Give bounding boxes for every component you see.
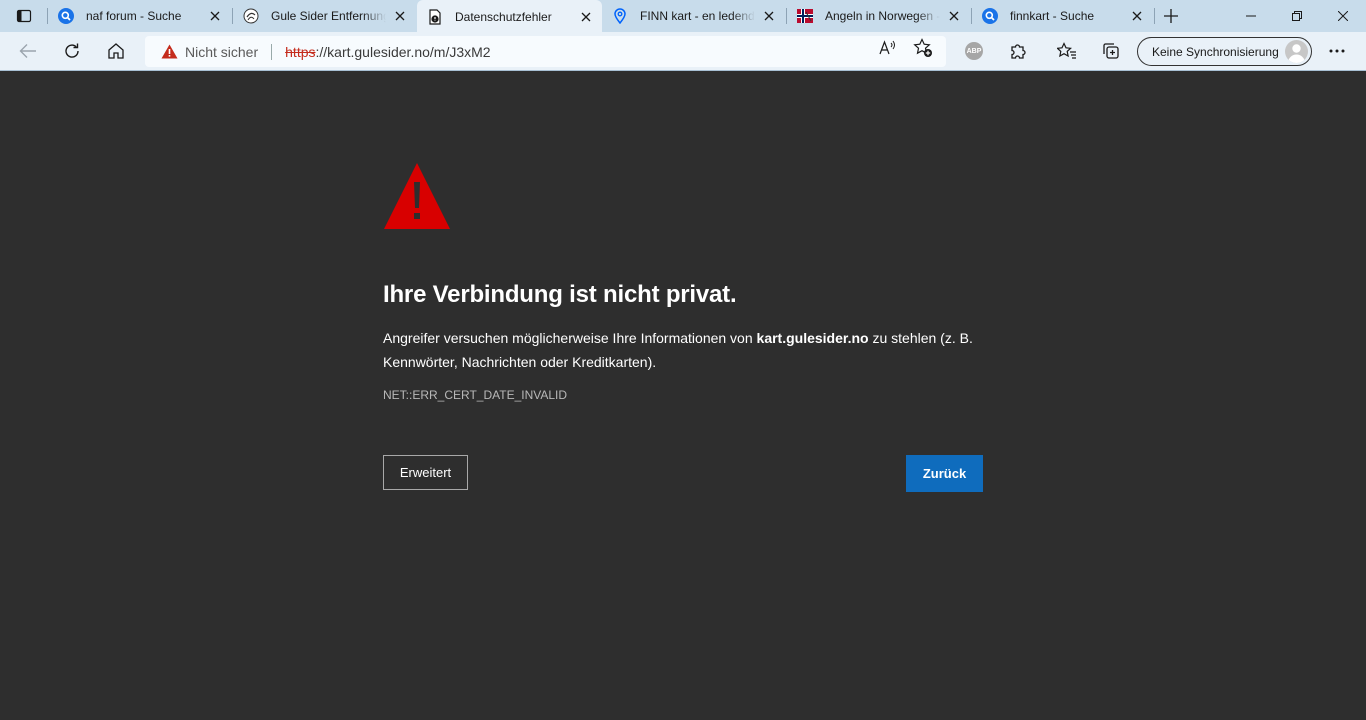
tab-separator — [1154, 8, 1155, 24]
advanced-button[interactable]: Erweitert — [383, 455, 468, 490]
address-bar[interactable]: Nicht sicher https://kart.gulesider.no/m… — [145, 36, 946, 67]
home-button[interactable] — [101, 36, 131, 66]
minimize-button[interactable] — [1228, 0, 1274, 32]
tab-strip: naf forum - Suche Gule Sider Entfernung … — [0, 0, 1366, 33]
gulesider-favicon-icon — [243, 8, 259, 24]
close-tab-icon[interactable] — [392, 8, 408, 24]
tab-actions-icon — [16, 9, 32, 23]
puzzle-icon — [1011, 44, 1026, 59]
map-pin-favicon-icon — [612, 8, 628, 24]
tab-finn-kart[interactable]: FINN kart - en ledende — [602, 0, 785, 32]
close-tab-icon[interactable] — [946, 8, 962, 24]
sync-label: Keine Synchronisierung — [1152, 44, 1279, 59]
tab-angeln-norwegen[interactable]: Angeln in Norwegen - — [787, 0, 970, 32]
tab-actions-button[interactable] — [0, 0, 48, 32]
url-text: ://kart.gulesider.no/m/J3xM2 — [315, 43, 491, 60]
read-aloud-icon — [879, 40, 895, 55]
favorites-icon — [1057, 42, 1076, 59]
search-favicon-icon — [982, 8, 998, 24]
security-label: Nicht sicher — [185, 43, 259, 60]
tab-title: Angeln in Norwegen - — [825, 9, 940, 23]
restore-icon — [1292, 11, 1302, 21]
search-favicon-icon — [58, 8, 74, 24]
star-add-icon — [913, 38, 932, 57]
norway-flag-favicon-icon — [797, 8, 813, 24]
reload-icon — [65, 43, 79, 58]
url-scheme: https — [285, 43, 316, 60]
error-warning-icon — [384, 163, 450, 229]
error-host: kart.gulesider.no — [756, 330, 869, 346]
more-dots-icon — [1329, 49, 1345, 53]
address-separator — [271, 43, 273, 60]
tab-finnkart-suche[interactable]: finnkart - Suche — [972, 0, 1153, 32]
profile-sync-button[interactable]: Keine Synchronisierung — [1137, 37, 1312, 66]
close-tab-icon[interactable] — [1129, 8, 1145, 24]
close-window-icon — [1338, 11, 1348, 21]
error-description-start: Angreifer versuchen möglicherweise Ihre … — [383, 330, 757, 346]
warning-triangle-icon — [161, 44, 178, 59]
collections-button[interactable] — [1096, 36, 1126, 66]
back-button[interactable] — [13, 36, 43, 66]
restore-button[interactable] — [1274, 0, 1320, 32]
home-icon — [108, 43, 124, 59]
adblock-icon: ABP — [965, 42, 983, 60]
error-document-favicon-icon — [427, 8, 443, 25]
tab-title: naf forum - Suche — [86, 9, 182, 23]
error-code: NET::ERR_CERT_DATE_INVALID — [383, 388, 568, 402]
tab-gule-sider[interactable]: Gule Sider Entfernung — [233, 0, 416, 32]
new-tab-button[interactable] — [1159, 4, 1183, 28]
close-tab-icon[interactable] — [761, 8, 777, 24]
read-aloud-button[interactable] — [876, 36, 900, 60]
tab-datenschutzfehler[interactable]: Datenschutzfehler — [417, 0, 602, 33]
security-indicator[interactable]: Nicht sicher — [161, 44, 258, 60]
reload-button[interactable] — [57, 36, 87, 66]
plus-icon — [1164, 9, 1178, 23]
add-favorite-button[interactable] — [911, 36, 935, 60]
adblock-plus-button[interactable]: ABP — [959, 36, 989, 66]
tab-title: Gule Sider Entfernung — [271, 9, 386, 23]
close-window-button[interactable] — [1320, 0, 1366, 32]
error-heading: Ihre Verbindung ist nicht privat. — [383, 281, 737, 308]
tab-title: Datenschutzfehler — [455, 9, 552, 24]
tab-title: finnkart - Suche — [1010, 9, 1095, 23]
arrow-left-icon — [19, 44, 36, 58]
close-tab-icon[interactable] — [207, 8, 223, 24]
collections-icon — [1103, 43, 1119, 59]
tab-title: FINN kart - en ledende — [640, 9, 755, 23]
minimize-icon — [1246, 15, 1256, 17]
back-to-safety-button[interactable]: Zurück — [906, 455, 983, 492]
settings-more-button[interactable] — [1322, 36, 1352, 66]
error-content: Ihre Verbindung ist nicht privat. Angrei… — [383, 162, 983, 402]
avatar — [1285, 40, 1308, 63]
tab-naf-forum[interactable]: naf forum - Suche — [48, 0, 231, 32]
favorites-button[interactable] — [1052, 36, 1082, 66]
browser-toolbar: Nicht sicher https://kart.gulesider.no/m… — [0, 32, 1366, 71]
extensions-button[interactable] — [1003, 36, 1033, 66]
close-tab-icon[interactable] — [578, 9, 594, 25]
error-description: Angreifer versuchen möglicherweise Ihre … — [383, 326, 983, 374]
